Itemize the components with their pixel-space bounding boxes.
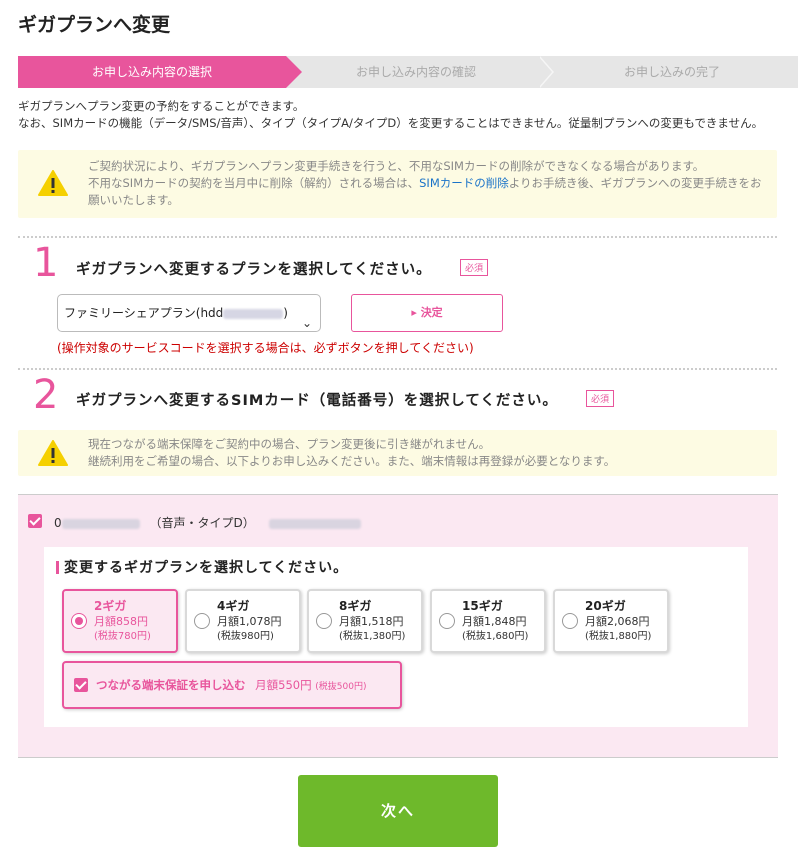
plan-name: 2ギガ — [94, 599, 127, 613]
divider — [18, 368, 777, 370]
warning-icon — [38, 440, 68, 466]
select-value: ファミリーシェアプラン(hdd — [64, 306, 224, 320]
warning-text-part: よりお手続き後、ギガプランへの変更手続きをお — [508, 176, 762, 190]
decide-label: 決定 — [420, 306, 443, 319]
guarantee-price: 月額550円 — [255, 678, 312, 692]
plan-option-4giga[interactable]: 4ギガ 月額1,078円 (税抜980円) — [185, 589, 301, 653]
step-confirm: お申し込み内容の確認 — [355, 65, 476, 79]
plan-tax: (税抜1,380円) — [339, 631, 406, 642]
intro-text: ギガプランへプラン変更の予約をすることができます。 なお、SIMカードの機能（デ… — [18, 98, 763, 132]
radio-button[interactable] — [562, 613, 578, 629]
select-value-end: ) — [283, 306, 288, 320]
masked-code — [223, 308, 284, 319]
intro-line: なお、SIMカードの機能（データ/SMS/音声）、タイプ（タイプA/タイプD）を… — [18, 116, 764, 130]
plan-select-box: 変更するギガプランを選択してください。 2ギガ 月額858円 (税抜780円) … — [44, 547, 748, 727]
warning-text: 現在つながる端末保障をご契約中の場合、プラン変更後に引き継がれません。 継続利用… — [88, 436, 768, 470]
step-complete: お申し込みの完了 — [623, 65, 720, 79]
warning-line: ご契約状況により、ギガプランへプラン変更手続きを行うと、不用なSIMカードの削除… — [88, 159, 705, 173]
warning-box: 現在つながる端末保障をご契約中の場合、プラン変更後に引き継がれません。 継続利用… — [18, 430, 777, 476]
decide-button[interactable]: ▸ 決定 — [351, 294, 503, 332]
warning-line: 不用なSIMカードの契約を当月中に削除（解約）される場合は、SIMカードの削除よ… — [88, 175, 768, 192]
section-title: ギガプランへ変更するSIMカード（電話番号）を選択してください。 — [76, 393, 558, 409]
device-guarantee-option[interactable]: つながる端末保証を申し込む 月額550円 (税抜500円) — [62, 661, 402, 709]
title-bar — [56, 561, 59, 574]
plan-tax: (税抜780円) — [94, 631, 151, 642]
plan-select-title: 変更するギガプランを選択してください。 — [64, 560, 349, 576]
plan-tax: (税抜1,880円) — [585, 631, 652, 642]
guarantee-label: つながる端末保証を申し込む — [96, 678, 246, 692]
plan-name: 15ギガ — [462, 599, 503, 613]
plan-option-20giga[interactable]: 20ギガ 月額2,068円 (税抜1,880円) — [553, 589, 669, 653]
radio-button[interactable] — [71, 613, 87, 629]
warning-icon — [38, 170, 68, 196]
sim-type: （音声・タイプD） — [149, 516, 255, 530]
section-number: 2 — [33, 372, 59, 418]
plan-option-8giga[interactable]: 8ギガ 月額1,518円 (税抜1,380円) — [307, 589, 423, 653]
section-title: ギガプランへ変更するプランを選択してください。 — [76, 262, 432, 278]
sim-number: 0 — [54, 516, 62, 530]
warning-line: 現在つながる端末保障をご契約中の場合、プラン変更後に引き継がれません。 — [88, 437, 491, 451]
masked-number — [61, 518, 140, 529]
error-note: (操作対象のサービスコードを選択する場合は、必ずボタンを押してください) — [57, 341, 474, 355]
guarantee-tax: (税抜500円) — [315, 682, 367, 692]
sim-checkbox[interactable] — [28, 514, 42, 528]
plan-name: 8ギガ — [339, 599, 372, 613]
required-badge: 必須 — [460, 259, 489, 276]
warning-box: ご契約状況により、ギガプランへプラン変更手続きを行うと、不用なSIMカードの削除… — [18, 150, 777, 218]
plan-name: 4ギガ — [217, 599, 250, 613]
guarantee-checkbox[interactable] — [74, 678, 88, 692]
warning-text-part: 不用なSIMカードの契約を当月中に削除（解約）される場合は、 — [88, 176, 420, 190]
guarantee-text: つながる端末保証を申し込む 月額550円 (税抜500円) — [96, 677, 366, 693]
sim-info: 0 （音声・タイプD） — [54, 514, 361, 531]
radio-button[interactable] — [316, 613, 332, 629]
plan-name: 20ギガ — [585, 599, 626, 613]
chevron-down-icon: ⌄ — [301, 316, 312, 330]
plan-tax: (税抜1,680円) — [462, 631, 529, 642]
intro-line: ギガプランへプラン変更の予約をすることができます。 — [18, 99, 305, 113]
plan-option-15giga[interactable]: 15ギガ 月額1,848円 (税抜1,680円) — [430, 589, 546, 653]
section-number: 1 — [33, 240, 59, 286]
warning-line: 願いいたします。 — [88, 193, 179, 207]
sim-card-panel: 0 （音声・タイプD） 変更するギガプランを選択してください。 2ギガ 月額85… — [18, 494, 778, 758]
next-button[interactable]: 次へ — [298, 775, 498, 847]
radio-button[interactable] — [439, 613, 455, 629]
warning-line: 継続利用をご希望の場合、以下よりお申し込みください。また、端末情報は再登録が必要… — [88, 454, 616, 468]
sim-delete-link[interactable]: SIMカードの削除 — [419, 176, 509, 190]
divider — [18, 236, 777, 238]
warning-text: ご契約状況により、ギガプランへプラン変更手続きを行うと、不用なSIMカードの削除… — [88, 158, 768, 209]
play-arrow-icon: ▸ — [411, 306, 417, 319]
masked-id — [268, 518, 361, 529]
plan-option-2giga[interactable]: 2ギガ 月額858円 (税抜780円) — [62, 589, 178, 653]
page-title: ギガプランへ変更 — [18, 14, 171, 36]
required-badge: 必須 — [586, 390, 615, 407]
plan-select-dropdown[interactable]: ファミリーシェアプラン(hdd) ⌄ — [57, 294, 321, 332]
step-progress: お申し込み内容の選択 お申し込み内容の確認 お申し込みの完了 — [18, 56, 798, 88]
step-select: お申し込み内容の選択 — [18, 56, 302, 88]
plan-tax: (税抜980円) — [217, 631, 274, 642]
radio-button[interactable] — [194, 613, 210, 629]
